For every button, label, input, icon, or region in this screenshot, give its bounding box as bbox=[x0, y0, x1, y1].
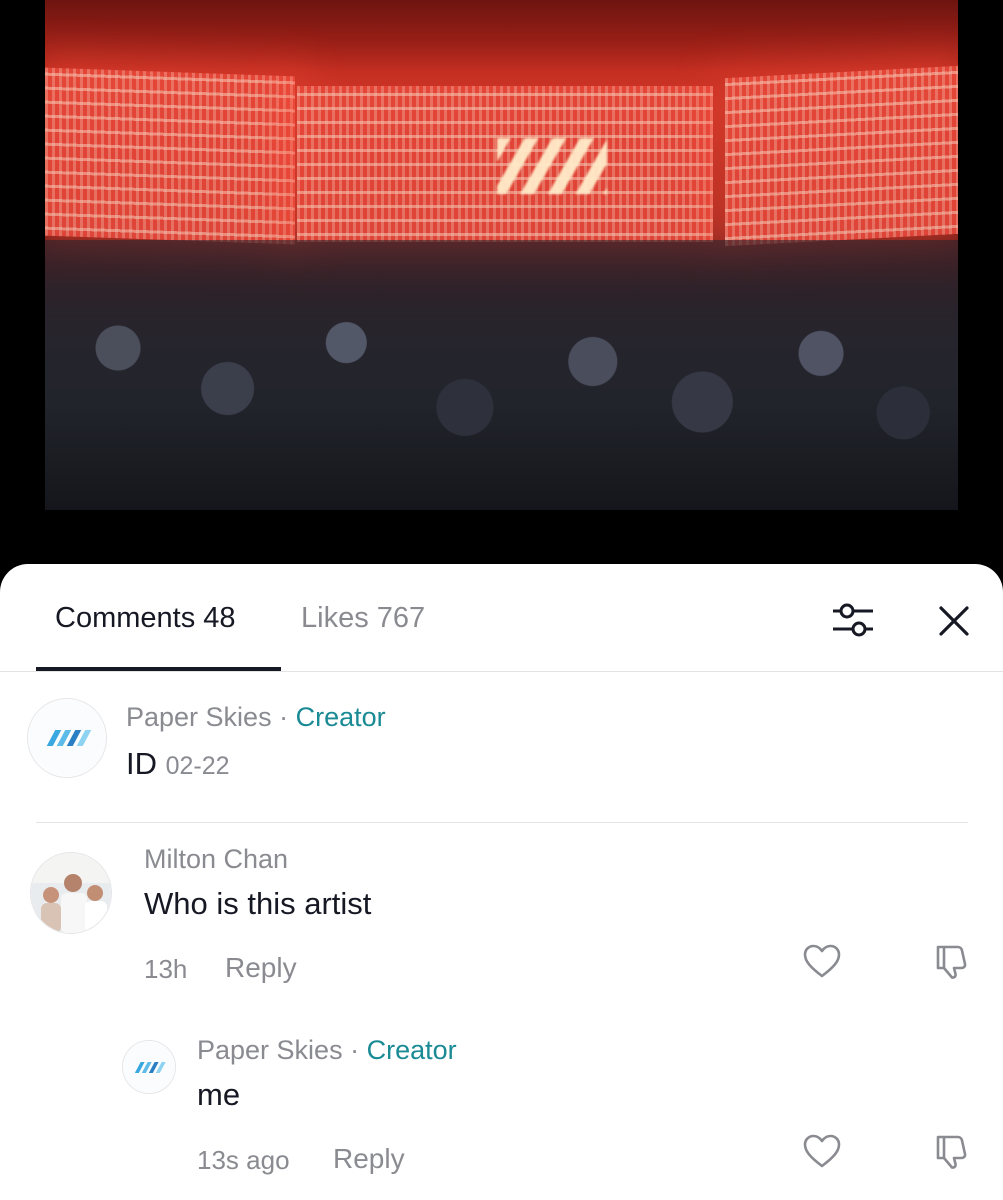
thumbs-down-icon[interactable] bbox=[932, 942, 972, 982]
comment-body: ID bbox=[126, 746, 157, 781]
reply-body: me bbox=[197, 1077, 241, 1112]
video-player[interactable] bbox=[45, 0, 958, 510]
heart-icon[interactable] bbox=[802, 1132, 842, 1172]
comment-author-line: Paper Skies · Creator bbox=[126, 702, 386, 733]
comment-divider bbox=[36, 822, 968, 823]
comment-author[interactable]: Paper Skies bbox=[126, 702, 272, 732]
stage-screen-right bbox=[725, 65, 958, 247]
tab-bar: Comments 48 Likes 767 bbox=[0, 564, 1003, 672]
reply-time: 13s ago bbox=[197, 1145, 290, 1175]
avatar[interactable] bbox=[27, 698, 107, 778]
comment-author[interactable]: Milton Chan bbox=[144, 844, 288, 874]
sliders-icon[interactable] bbox=[830, 598, 876, 644]
stage-screen-left bbox=[45, 67, 295, 245]
crowd bbox=[45, 240, 958, 510]
avatar[interactable] bbox=[30, 852, 112, 934]
reply-author[interactable]: Paper Skies bbox=[197, 1035, 343, 1065]
separator-dot: · bbox=[279, 702, 289, 732]
comment-author-line: Milton Chan bbox=[144, 844, 288, 875]
close-icon[interactable] bbox=[931, 598, 977, 644]
separator-dot: · bbox=[350, 1035, 360, 1065]
comment-date: 02-22 bbox=[165, 752, 230, 780]
comments-sheet: Comments 48 Likes 767 Paper Skies · Crea… bbox=[0, 564, 1003, 1200]
creator-badge: Creator bbox=[295, 702, 386, 732]
comment-body: Who is this artist bbox=[144, 886, 372, 921]
tab-comments[interactable]: Comments 48 bbox=[55, 602, 236, 635]
reply-button[interactable]: Reply bbox=[225, 952, 297, 984]
reply-author-line: Paper Skies · Creator bbox=[197, 1035, 457, 1066]
stage-logo bbox=[497, 138, 607, 194]
creator-badge: Creator bbox=[366, 1035, 457, 1065]
avatar[interactable] bbox=[122, 1040, 176, 1094]
reply-button[interactable]: Reply bbox=[333, 1143, 405, 1175]
tab-likes[interactable]: Likes 767 bbox=[301, 602, 425, 635]
tab-divider bbox=[0, 671, 1003, 672]
comment-time: 13h bbox=[144, 954, 188, 984]
thumbs-down-icon[interactable] bbox=[932, 1132, 972, 1172]
heart-icon[interactable] bbox=[802, 942, 842, 982]
comment-text: ID 02-22 bbox=[126, 746, 230, 782]
